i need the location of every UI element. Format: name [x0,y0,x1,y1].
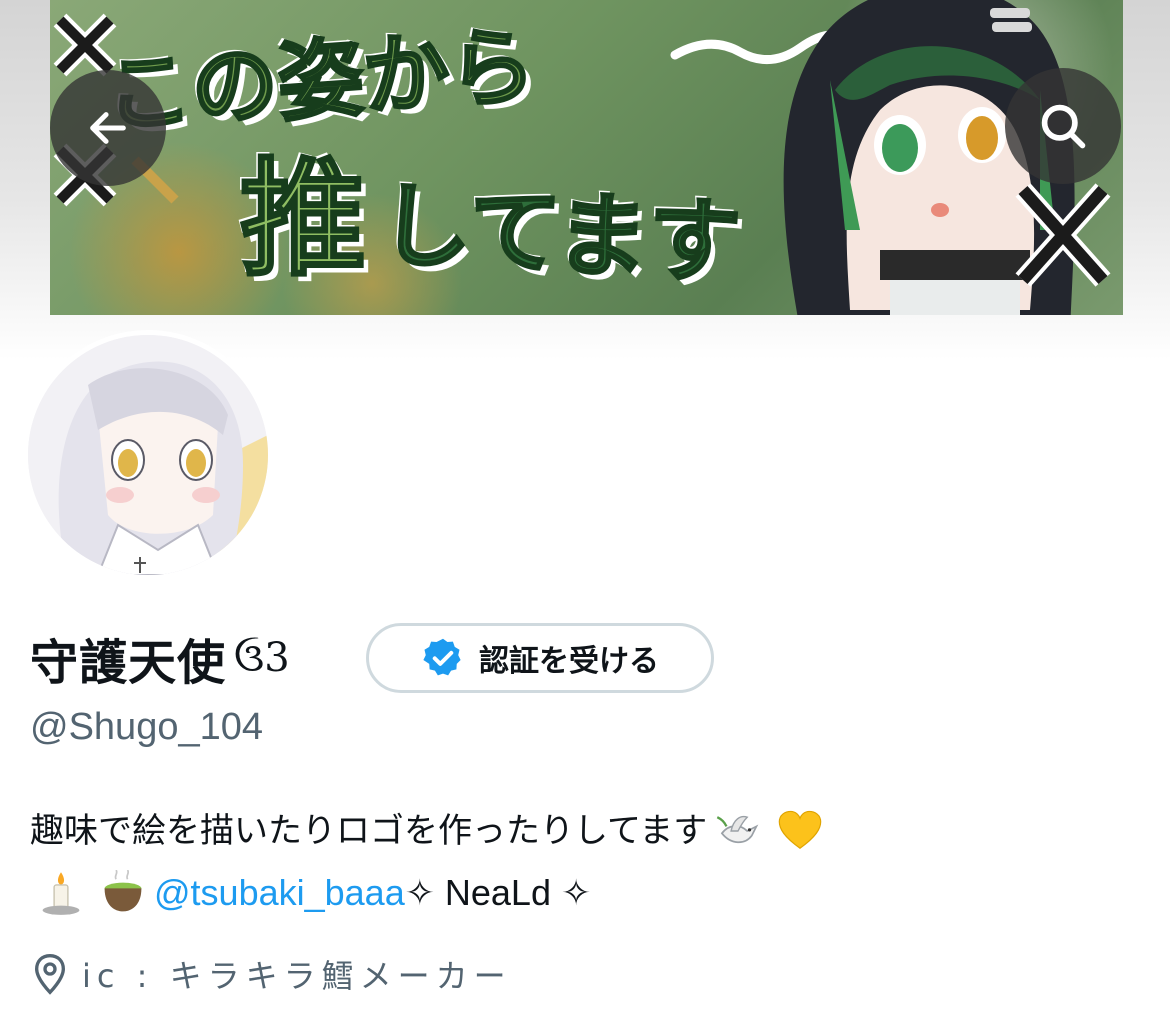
banner-headline-3: してます [376,170,745,299]
profile-location: ic : キラキラ鱈メーカー [30,946,512,1002]
banner-headline-2: 推 [239,145,368,295]
arrow-left-icon [90,112,126,144]
profile-banner[interactable]: この姿から 推 してます [50,0,1123,315]
bio-mention-link[interactable]: @tsubaki_baaa [154,862,405,924]
get-verified-label: 認証を受ける [479,644,659,679]
avatar-illustration [28,335,268,575]
location-text: ic : キラキラ鱈メーカー [82,957,512,995]
back-button[interactable] [50,70,166,186]
candle-icon [42,872,80,915]
display-name: 守護天使 [30,635,227,691]
bio-text: 趣味で絵を描いたりロゴを作ったりしてます [30,811,708,851]
search-button[interactable] [1005,68,1121,184]
bio-suffix: ✧ NeaLd ✧ [404,872,592,913]
dove-icon [717,815,759,844]
display-name-emoji: ઉ3 [234,635,290,681]
get-verified-button[interactable]: 認証を受ける [366,623,714,693]
profile-bio: 趣味で絵を描いたりロゴを作ったりしてます @tsubaki_baaa ✧ Nea… [30,800,1140,924]
user-handle: @Shugo_104 [30,706,263,748]
avatar[interactable] [23,330,273,580]
bio-line-1: 趣味で絵を描いたりロゴを作ったりしてます [30,800,1140,862]
yellow-heart-icon [779,810,822,849]
display-name-row: 守護天使 ઉ3 [30,624,290,692]
location-pin-icon [34,953,66,995]
green-tea-icon [104,870,142,912]
banner-x-marks-right [1015,183,1111,287]
bio-line-2: @tsubaki_baaa ✧ NeaLd ✧ [30,862,1140,924]
search-icon [1041,104,1086,149]
avatar-image [28,335,268,575]
verified-badge-icon [423,638,461,676]
